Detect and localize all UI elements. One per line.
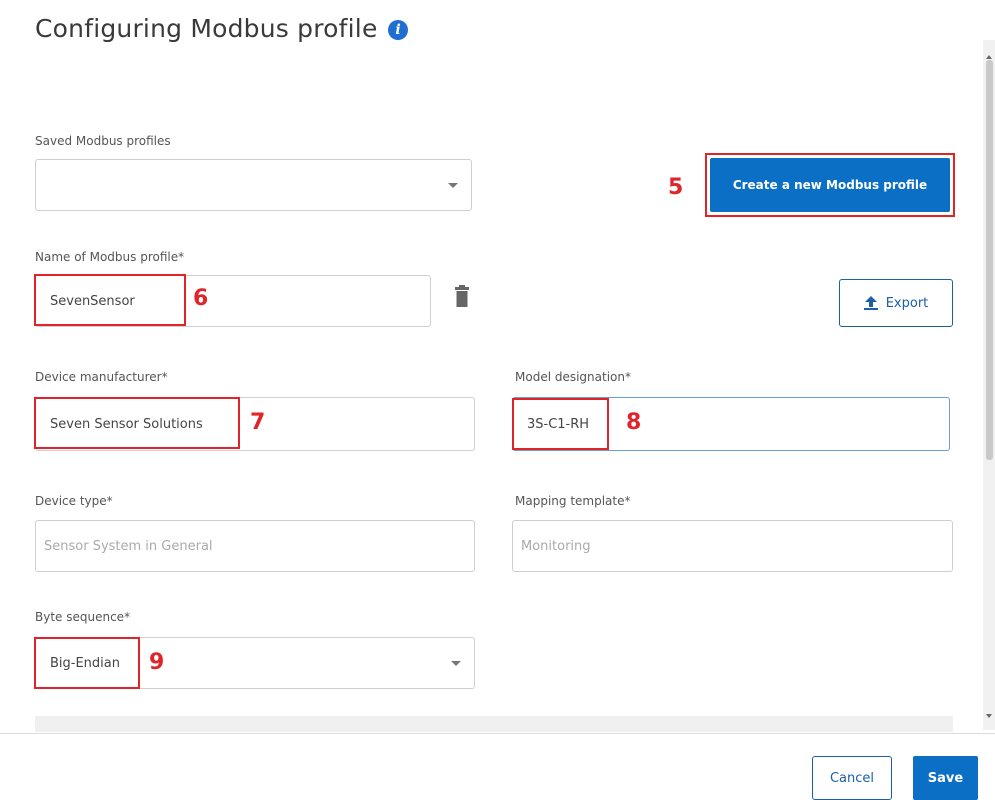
callout-number-8: 8 [626,410,642,435]
callout-number-9: 9 [149,650,165,675]
manufacturer-label: Device manufacturer* [35,370,168,384]
trash-icon[interactable] [455,285,469,307]
callout-number-5: 5 [668,175,684,200]
chevron-down-icon [451,661,461,666]
device-type-label: Device type* [35,494,113,508]
create-profile-button[interactable]: Create a new Modbus profile [710,158,950,212]
saved-profiles-select[interactable] [35,159,472,211]
device-type-input[interactable]: Sensor System in General [35,520,475,572]
callout-number-6: 6 [193,286,209,311]
save-button[interactable]: Save [913,756,978,800]
mapping-template-placeholder: Monitoring [521,538,591,554]
collapsed-section [35,716,953,732]
device-type-placeholder: Sensor System in General [44,538,213,554]
callout-box-7 [34,397,240,449]
page-title: Configuring Modbus profile [35,14,378,43]
info-icon[interactable]: i [388,20,408,40]
byte-sequence-label: Byte sequence* [35,610,131,624]
chevron-down-icon [448,183,458,188]
callout-box-6 [34,274,186,326]
callout-box-8 [512,398,609,450]
mapping-template-input[interactable]: Monitoring [512,520,953,572]
footer-divider [0,733,995,734]
export-label: Export [885,295,929,311]
callout-box-9 [34,637,140,689]
export-button[interactable]: Export [839,279,953,327]
scroll-down-arrow[interactable] [986,714,992,718]
upload-icon [863,296,878,310]
mapping-template-label: Mapping template* [515,494,631,508]
scroll-up-arrow[interactable] [986,55,992,59]
model-label: Model designation* [515,370,631,384]
scrollbar-thumb[interactable] [986,60,993,460]
cancel-button[interactable]: Cancel [812,756,892,800]
profile-name-label: Name of Modbus profile* [35,250,185,264]
saved-profiles-label: Saved Modbus profiles [35,134,171,148]
callout-number-7: 7 [250,410,266,435]
